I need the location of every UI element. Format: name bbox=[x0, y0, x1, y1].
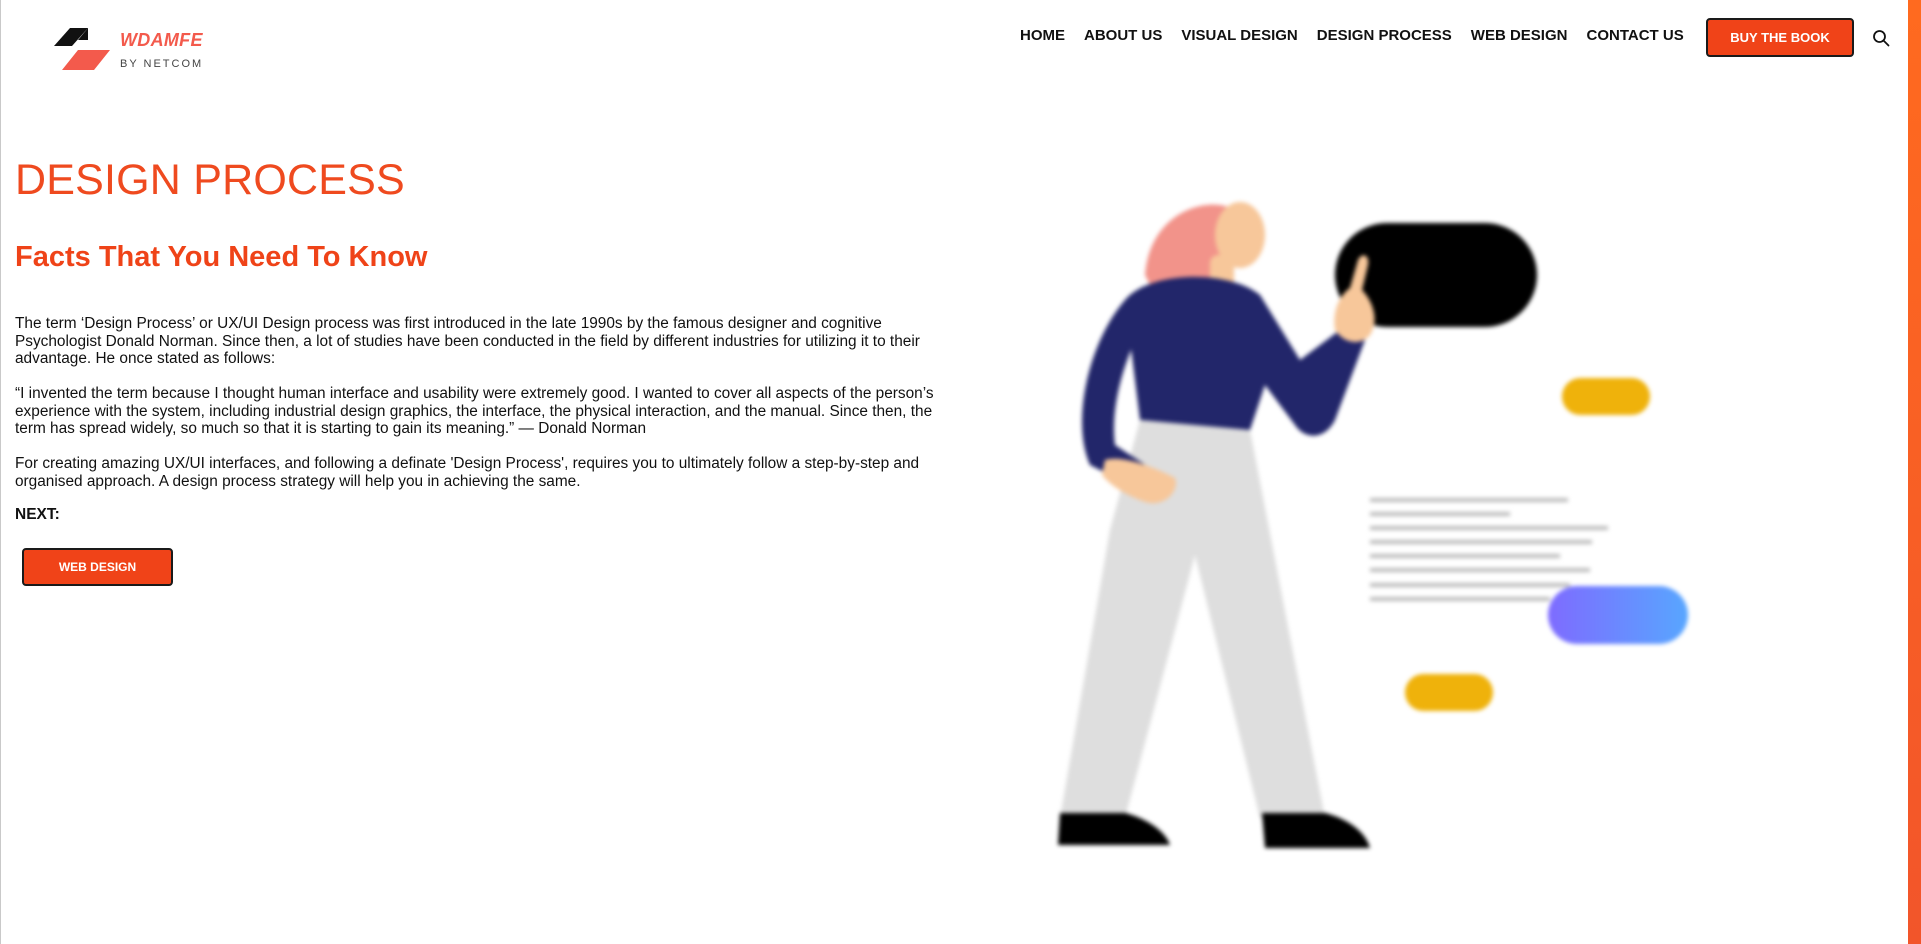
nav-design-process[interactable]: DESIGN PROCESS bbox=[1317, 27, 1452, 44]
nav-visual-design[interactable]: VISUAL DESIGN bbox=[1181, 27, 1297, 44]
brand-subtitle: BY NETCOM bbox=[120, 58, 204, 70]
main-nav: HOME ABOUT US VISUAL DESIGN DESIGN PROCE… bbox=[1020, 27, 1703, 44]
logo-mark-icon bbox=[54, 28, 110, 70]
gradient-pill-shape bbox=[1548, 586, 1688, 644]
section-subtitle: Facts That You Need To Know bbox=[15, 241, 428, 273]
buy-the-book-button[interactable]: BUY THE BOOK bbox=[1706, 18, 1854, 57]
shoe-shape bbox=[1058, 813, 1170, 845]
quote-paragraph: “I invented the term because I thought h… bbox=[15, 385, 934, 437]
site-logo[interactable]: WDAMFE BY NETCOM bbox=[54, 28, 214, 74]
next-label: NEXT: bbox=[15, 506, 60, 523]
shoe-shape bbox=[1262, 813, 1370, 848]
scrollbar-thumb[interactable] bbox=[1908, 0, 1921, 944]
nav-contact-us[interactable]: CONTACT US bbox=[1586, 27, 1683, 44]
nav-web-design[interactable]: WEB DESIGN bbox=[1471, 27, 1568, 44]
nav-home[interactable]: HOME bbox=[1020, 27, 1065, 44]
yellow-pill-shape bbox=[1562, 378, 1650, 415]
nav-about-us[interactable]: ABOUT US bbox=[1084, 27, 1162, 44]
yellow-pill-shape bbox=[1405, 674, 1493, 711]
text-lines-shape bbox=[1370, 498, 1608, 601]
next-web-design-button[interactable]: WEB DESIGN bbox=[22, 548, 173, 586]
shirt-shape bbox=[1125, 276, 1365, 436]
approach-paragraph: For creating amazing UX/UI interfaces, a… bbox=[15, 455, 920, 490]
search-icon[interactable] bbox=[1872, 29, 1890, 47]
hero-illustration bbox=[1058, 202, 1688, 848]
brand-name: WDAMFE bbox=[120, 30, 203, 50]
intro-paragraph: The term ‘Design Process’ or UX/UI Desig… bbox=[15, 315, 920, 367]
pants-shape bbox=[1060, 420, 1325, 818]
page-title: DESIGN PROCESS bbox=[15, 156, 405, 204]
page-left-edge bbox=[0, 0, 1, 944]
